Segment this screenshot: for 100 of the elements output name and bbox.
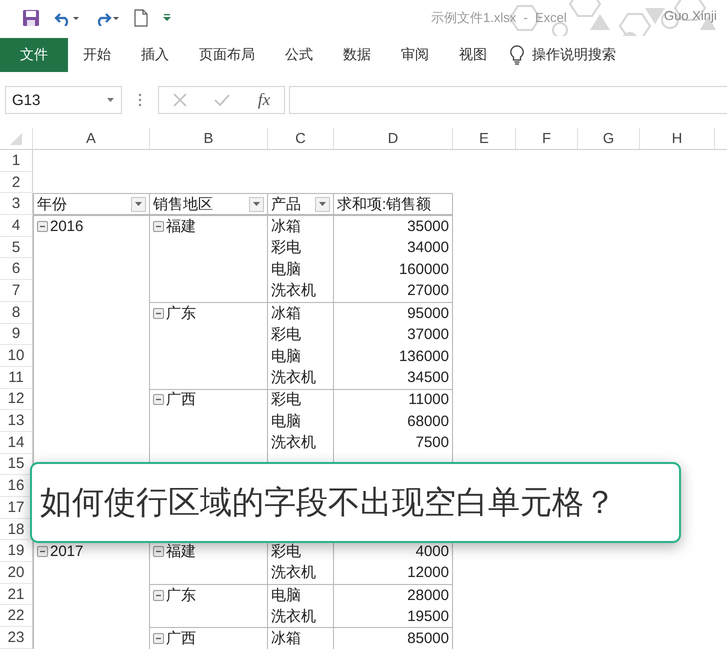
caret-icon [135, 202, 142, 207]
ribbon-tab[interactable]: 公式 [270, 38, 328, 72]
row-header[interactable]: 3 [0, 193, 33, 216]
pivot-header: 求和项:销售额 [337, 194, 432, 214]
product-label: 彩电 [271, 542, 301, 562]
ribbon-tab[interactable]: 开始 [68, 38, 126, 72]
pivot-header: 销售地区 [153, 194, 213, 214]
customize-caret-icon[interactable] [162, 13, 172, 23]
region-label: 福建 [166, 216, 196, 236]
product-label: 洗衣机 [271, 368, 316, 388]
column-header[interactable]: H [640, 128, 715, 149]
collapse-icon[interactable] [153, 394, 164, 406]
filter-dropdown[interactable] [131, 196, 146, 212]
row-header[interactable]: 12 [0, 388, 33, 410]
amount-value: 28000 [407, 586, 449, 604]
user-name: Guo Xinji [664, 8, 717, 23]
collapse-icon[interactable] [37, 220, 48, 232]
new-document-icon[interactable] [134, 9, 148, 27]
row-header[interactable]: 20 [0, 562, 33, 584]
row-header[interactable]: 14 [0, 432, 33, 454]
region-label: 广西 [166, 390, 196, 410]
pivot-header: 年份 [37, 194, 67, 214]
collapse-icon[interactable] [37, 546, 48, 558]
row-header[interactable]: 10 [0, 345, 33, 367]
amount-value: 11000 [408, 391, 449, 408]
ribbon-tab[interactable]: 插入 [126, 38, 184, 72]
product-label: 电脑 [271, 586, 301, 605]
product-label: 冰箱 [271, 628, 301, 648]
amount-value: 68000 [407, 412, 449, 430]
name-box[interactable]: G13 [5, 86, 122, 114]
row-header[interactable]: 7 [0, 280, 33, 302]
amount-value: 34500 [407, 369, 449, 386]
row-header[interactable]: 23 [0, 627, 33, 649]
ribbon-tab[interactable]: 审阅 [386, 38, 444, 72]
year-label: 2017 [50, 543, 84, 560]
product-label: 冰箱 [271, 304, 301, 323]
column-header[interactable]: C [268, 128, 334, 149]
product-label: 电脑 [271, 412, 301, 431]
product-label: 电脑 [271, 260, 301, 279]
product-label: 彩电 [271, 238, 301, 258]
ribbon-tab[interactable]: 数据 [328, 38, 386, 72]
filter-dropdown[interactable] [249, 196, 264, 212]
amount-value: 19500 [407, 608, 449, 625]
row-header[interactable]: 4 [0, 215, 33, 237]
product-label: 洗衣机 [271, 433, 316, 452]
insert-function-button[interactable]: fx [258, 90, 270, 110]
collapse-icon[interactable] [153, 632, 164, 644]
row-header[interactable]: 21 [0, 584, 33, 606]
check-icon[interactable] [214, 93, 230, 107]
tell-me-search[interactable]: 操作说明搜索 [532, 46, 616, 64]
amount-value: 7500 [416, 434, 449, 452]
product-label: 电脑 [271, 346, 301, 366]
year-label: 2016 [50, 218, 84, 235]
caret-icon[interactable] [107, 97, 115, 103]
region-label: 广西 [166, 628, 196, 648]
caption-banner: 如何使行区域的字段不出现空白单元格？ [30, 462, 681, 543]
row-header[interactable]: 19 [0, 540, 33, 562]
ribbon-tab[interactable]: 视图 [444, 38, 502, 72]
row-header[interactable]: 9 [0, 324, 33, 346]
row-header[interactable]: 8 [0, 302, 33, 324]
row-header[interactable]: 11 [0, 366, 33, 389]
pivot-header: 产品 [271, 194, 301, 214]
collapse-icon[interactable] [153, 220, 164, 232]
row-header[interactable]: 2 [0, 172, 33, 194]
column-header[interactable]: G [578, 128, 640, 149]
amount-value: 136000 [398, 348, 449, 365]
column-header[interactable]: D [334, 128, 453, 149]
caret-icon [319, 202, 326, 207]
save-icon[interactable] [22, 9, 40, 27]
amount-value: 95000 [407, 304, 449, 322]
caret-icon [253, 202, 260, 207]
region-label: 福建 [166, 542, 196, 562]
amount-value: 85000 [407, 630, 449, 647]
region-label: 广东 [166, 586, 196, 605]
more-options-icon[interactable] [138, 93, 142, 107]
column-header[interactable]: B [150, 128, 268, 149]
filter-dropdown[interactable] [315, 196, 330, 212]
amount-value: 160000 [398, 260, 449, 278]
region-label: 广东 [166, 304, 196, 323]
collapse-icon[interactable] [153, 546, 164, 558]
product-label: 洗衣机 [271, 281, 316, 300]
row-header[interactable]: 5 [0, 236, 33, 258]
column-header[interactable]: F [516, 128, 578, 149]
row-header[interactable]: 6 [0, 258, 33, 280]
amount-value: 34000 [407, 239, 449, 256]
product-label: 洗衣机 [271, 563, 316, 582]
collapse-icon[interactable] [153, 590, 164, 601]
amount-value: 27000 [407, 282, 449, 300]
row-header[interactable]: 13 [0, 410, 33, 432]
ribbon-tab[interactable]: 文件 [0, 38, 68, 72]
row-header[interactable]: 22 [0, 605, 33, 628]
formula-input[interactable] [289, 86, 727, 114]
product-label: 洗衣机 [271, 606, 316, 626]
row-header[interactable]: 1 [0, 150, 33, 172]
ribbon-tab[interactable]: 页面布局 [184, 38, 270, 72]
lightbulb-icon[interactable] [510, 45, 524, 65]
amount-value: 4000 [416, 543, 449, 560]
column-header[interactable]: A [33, 128, 150, 149]
column-header[interactable]: E [453, 128, 516, 149]
collapse-icon[interactable] [153, 308, 164, 319]
